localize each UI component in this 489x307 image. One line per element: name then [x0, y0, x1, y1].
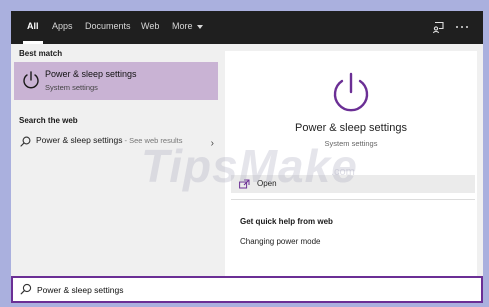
- tab-web[interactable]: Web: [141, 11, 159, 44]
- open-button[interactable]: Open: [231, 175, 475, 193]
- web-result-query: Power & sleep settings: [36, 135, 123, 145]
- open-icon: [239, 179, 250, 189]
- best-match-subtitle: System settings: [45, 83, 98, 92]
- search-tab-bar: All Apps Documents Web More: [11, 11, 483, 44]
- tab-more-label: More: [172, 21, 193, 31]
- best-match-result[interactable]: Power & sleep settings System settings: [14, 62, 218, 100]
- divider: [231, 199, 475, 200]
- power-icon: [23, 71, 39, 89]
- search-icon: [20, 136, 31, 147]
- web-result-suffix: - See web results: [122, 136, 183, 145]
- tab-more[interactable]: More: [172, 11, 203, 44]
- help-heading: Get quick help from web: [240, 217, 333, 226]
- best-match-title: Power & sleep settings: [45, 69, 137, 79]
- chevron-right-icon[interactable]: ›: [211, 138, 214, 149]
- more-options-icon[interactable]: [454, 19, 470, 35]
- preview-pane: Power & sleep settings System settings O…: [225, 51, 477, 276]
- chevron-down-icon: [196, 24, 203, 29]
- results-pane: Best match Power & sleep settings System…: [11, 44, 221, 276]
- tab-apps[interactable]: Apps: [52, 11, 73, 44]
- search-window: All Apps Documents Web More Best match P…: [11, 11, 483, 303]
- help-link-changing-power-mode[interactable]: Changing power mode: [240, 237, 321, 246]
- preview-title: Power & sleep settings: [295, 122, 407, 134]
- search-input[interactable]: [37, 282, 457, 298]
- tab-all[interactable]: All: [23, 11, 42, 44]
- search-icon: [20, 283, 32, 295]
- power-icon: [333, 72, 369, 112]
- web-result-text: Power & sleep settings - See web results: [36, 134, 201, 147]
- preview-subtitle: System settings: [324, 139, 378, 148]
- search-box[interactable]: [11, 276, 483, 303]
- feedback-icon[interactable]: [430, 19, 446, 35]
- tab-documents[interactable]: Documents: [85, 11, 131, 44]
- search-web-heading: Search the web: [19, 116, 78, 125]
- open-label: Open: [257, 179, 277, 188]
- web-result[interactable]: Power & sleep settings - See web results…: [14, 128, 218, 158]
- best-match-heading: Best match: [19, 49, 63, 58]
